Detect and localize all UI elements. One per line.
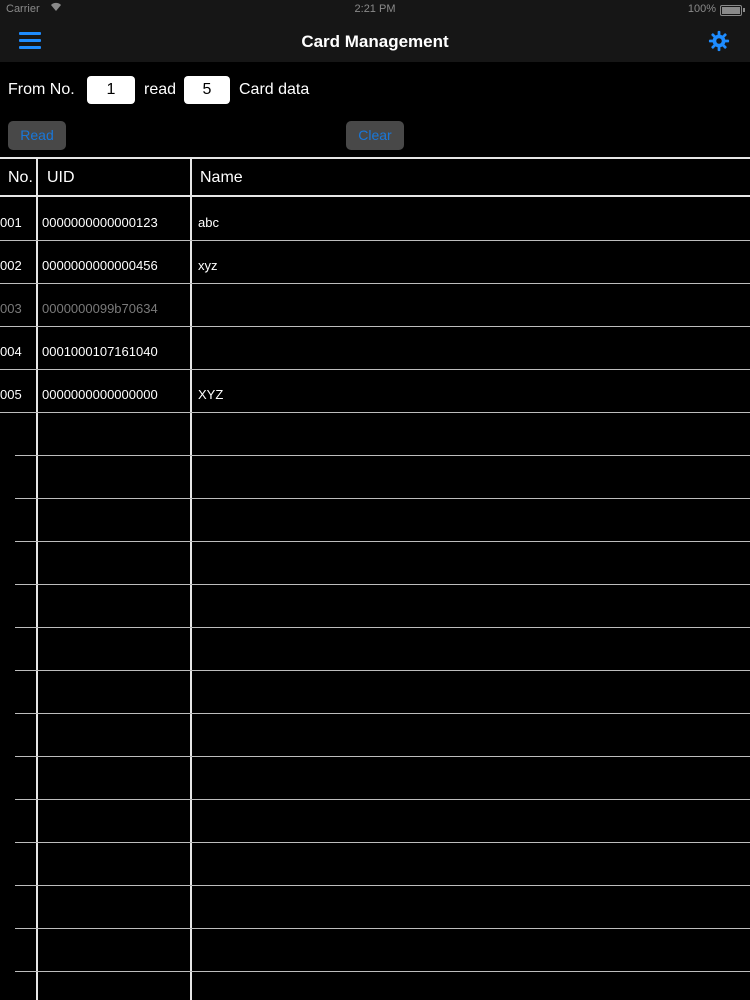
row-uid: 0000000000000123 <box>42 215 158 230</box>
status-bar: Carrier 2:21 PM 100% <box>0 0 750 20</box>
clear-button[interactable]: Clear <box>346 121 404 150</box>
row-uid: 0000000099b70634 <box>42 301 158 316</box>
row-name: abc <box>198 215 219 230</box>
row-name: xyz <box>198 258 218 273</box>
row-name: XYZ <box>198 387 224 402</box>
read-button[interactable]: Read <box>8 121 66 150</box>
row-number: 005 <box>0 387 22 402</box>
column-header-uid: UID <box>47 169 75 186</box>
row-uid: 0000000000000456 <box>42 258 158 273</box>
battery-icon <box>720 5 742 16</box>
read-count-input[interactable] <box>184 76 230 104</box>
row-number: 002 <box>0 258 22 273</box>
read-label: read <box>144 81 177 98</box>
battery-percentage: 100% <box>687 3 716 15</box>
row-number: 003 <box>0 301 22 316</box>
row-uid: 0001000107161040 <box>42 344 158 359</box>
from-number-input[interactable] <box>87 76 135 104</box>
page-title: Card Management <box>301 32 449 51</box>
status-time: 2:21 PM <box>354 3 396 15</box>
row-uid: 0000000000000000 <box>42 387 158 402</box>
row-number: 001 <box>0 215 22 230</box>
column-header-name: Name <box>200 169 243 186</box>
row-number: 004 <box>0 344 22 359</box>
card-table: No. UID Name 001 0000000000000123 abc 002 00… <box>0 157 750 1000</box>
card-data-label: Card data <box>239 81 310 98</box>
column-header-no: No. <box>8 169 33 186</box>
gear-icon[interactable] <box>708 30 730 52</box>
read-range-form: From No. read Card data <box>0 74 750 104</box>
from-number-label: From No. <box>8 81 75 98</box>
navigation-bar: Card Management <box>0 20 750 62</box>
